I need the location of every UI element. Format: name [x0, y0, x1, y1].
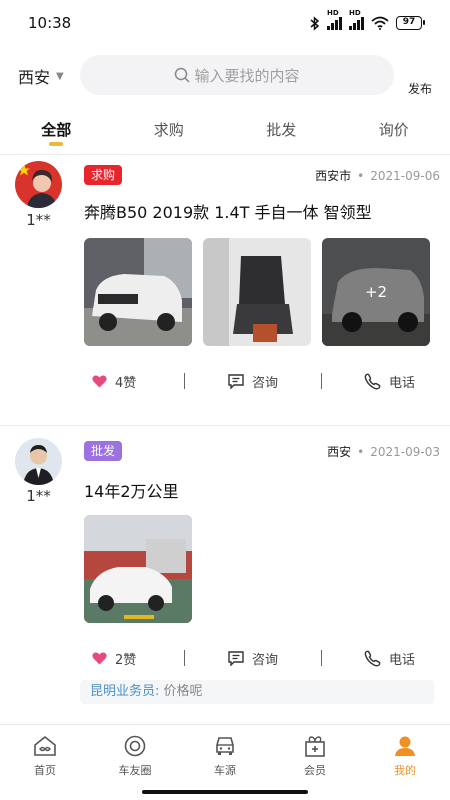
comment-author[interactable]: 昆明业务员: [90, 684, 159, 699]
status-bar: 10:38 HD HD 97 [0, 0, 450, 46]
meta-separator: • [357, 444, 365, 459]
post-meta: 西安 • 2021-09-03 [327, 443, 440, 460]
comment-row[interactable]: 昆明业务员: 价格呢 [80, 680, 434, 704]
home-indicator[interactable] [142, 790, 308, 794]
consult-button[interactable]: 咨询 [228, 649, 278, 668]
home-icon [34, 735, 56, 756]
post-date: 2021-09-06 [370, 168, 440, 183]
consult-label: 咨询 [252, 652, 279, 668]
bluetooth-icon [310, 15, 320, 31]
gift-icon [305, 736, 325, 757]
nav-member[interactable]: 会员 [270, 725, 360, 784]
like-button[interactable]: 2赞 [92, 649, 136, 668]
post-image-1[interactable] [84, 238, 192, 346]
status-time: 10:38 [28, 14, 72, 32]
meta-separator: • [357, 168, 365, 183]
top-bar: 西安 ▼ 输入要找的内容 发布 [0, 52, 450, 98]
username: 1** [26, 211, 51, 229]
nav-cars[interactable]: 车源 [180, 725, 270, 784]
bottom-nav: 首页 车友圈 车源 会员 我的 [0, 724, 450, 784]
tab-wholesale[interactable]: 批发 [225, 108, 338, 154]
city-label: 西安 [18, 68, 51, 87]
car-icon [216, 737, 234, 755]
post-image-2[interactable] [203, 238, 311, 346]
post-card[interactable]: 1** 求购 西安市 • 2021-09-06 奔腾B50 2019款 1.4T… [0, 155, 450, 425]
search-placeholder: 输入要找的内容 [194, 66, 300, 85]
post-meta: 西安市 • 2021-09-06 [315, 167, 440, 184]
post-date: 2021-09-03 [370, 444, 440, 459]
nav-home[interactable]: 首页 [0, 725, 90, 784]
action-divider [184, 373, 185, 389]
action-divider [184, 650, 185, 666]
heart-icon [92, 375, 107, 387]
action-divider [321, 650, 322, 666]
post-image-1[interactable] [84, 515, 192, 623]
tab-buy[interactable]: 求购 [113, 108, 226, 154]
post-tag-wholesale: 批发 [84, 441, 123, 461]
avatar[interactable] [15, 438, 62, 485]
person-icon [395, 736, 415, 756]
nav-cars-label: 车源 [214, 764, 236, 777]
consult-button[interactable]: 咨询 [228, 372, 278, 391]
nav-circle-label: 车友圈 [118, 764, 152, 777]
nav-mine-label: 我的 [394, 764, 416, 777]
more-images-count: +2 [322, 238, 430, 346]
tab-inquiry[interactable]: 询价 [338, 108, 450, 154]
post-title[interactable]: 14年2万公里 [84, 478, 179, 502]
avatar[interactable] [15, 161, 62, 208]
phone-icon [364, 650, 381, 666]
like-count: 4赞 [115, 375, 137, 391]
phone-icon [364, 373, 381, 389]
call-label: 电话 [389, 375, 416, 391]
message-icon [228, 373, 244, 389]
post-image-3[interactable]: +2 [322, 238, 430, 346]
comment-text: 价格呢 [159, 684, 203, 699]
status-icons: HD HD 97 [310, 9, 425, 31]
search-icon [175, 67, 191, 83]
signal-2-icon: HD [349, 9, 364, 30]
post-title[interactable]: 奔腾B50 2019款 1.4T 手自一体 智领型 [84, 199, 372, 223]
search-input[interactable]: 输入要找的内容 [80, 55, 394, 95]
post-card[interactable]: 1** 批发 西安 • 2021-09-03 14年2万公里 2赞 咨询 电话 … [0, 430, 450, 720]
nav-circle[interactable]: 车友圈 [90, 725, 180, 784]
action-divider [321, 373, 322, 389]
post-tag-buy: 求购 [84, 165, 123, 185]
message-icon [228, 650, 244, 666]
call-button[interactable]: 电话 [364, 649, 415, 668]
battery-icon: 97 [396, 16, 425, 30]
post-divider [0, 425, 450, 426]
nav-mine[interactable]: 我的 [360, 725, 450, 784]
category-tabs: 全部 求购 批发 询价 [0, 108, 450, 154]
post-actions: 4赞 咨询 电话 [84, 369, 434, 393]
heart-icon [92, 652, 107, 664]
post-location: 西安市 [315, 169, 352, 183]
camera-circle-icon [124, 735, 146, 757]
signal-1-icon: HD [327, 9, 342, 30]
username: 1** [26, 487, 51, 505]
city-selector[interactable]: 西安 ▼ [18, 64, 64, 88]
consult-label: 咨询 [252, 375, 279, 391]
tab-all[interactable]: 全部 [0, 108, 113, 154]
publish-button[interactable]: 发布 [408, 80, 432, 97]
wifi-icon [371, 16, 389, 30]
like-button[interactable]: 4赞 [92, 372, 136, 391]
nav-home-label: 首页 [34, 764, 56, 777]
post-actions: 2赞 咨询 电话 [84, 646, 434, 670]
call-label: 电话 [389, 652, 416, 668]
like-count: 2赞 [115, 652, 137, 668]
call-button[interactable]: 电话 [364, 372, 415, 391]
chevron-down-icon: ▼ [56, 70, 64, 82]
post-location: 西安 [327, 445, 352, 459]
nav-member-label: 会员 [304, 764, 326, 777]
